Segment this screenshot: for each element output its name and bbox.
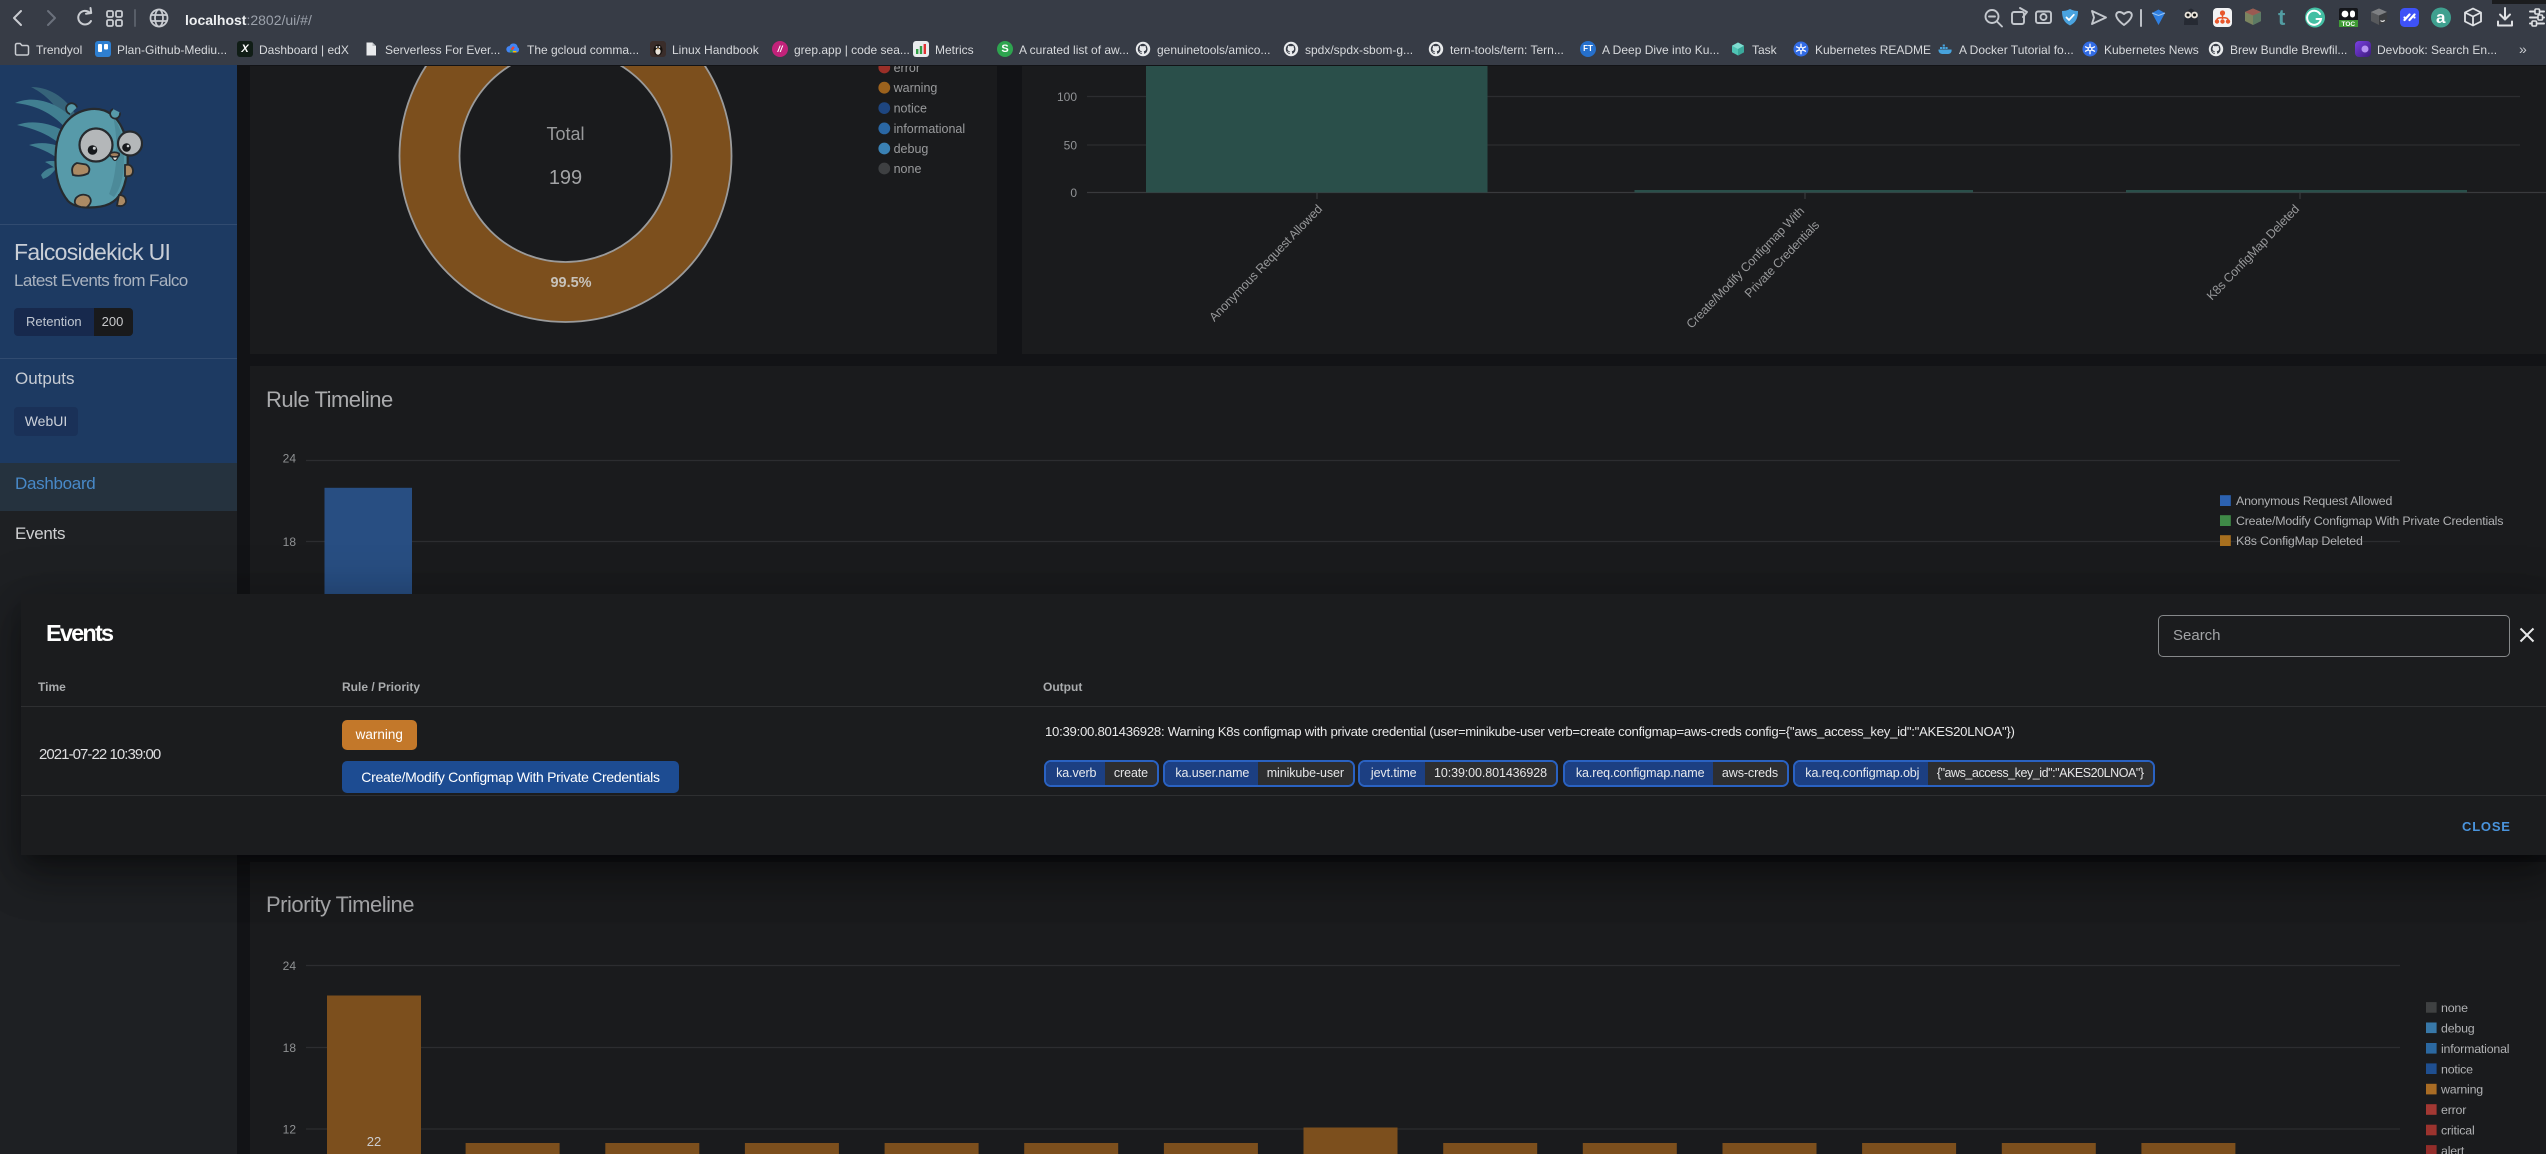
svg-text:informational: informational — [894, 122, 966, 136]
svg-text:12: 12 — [283, 1123, 297, 1137]
svg-text:none: none — [894, 162, 922, 176]
svg-text:100: 100 — [1057, 90, 1077, 104]
svg-text:TOC: TOC — [2342, 21, 2356, 28]
svg-text:Create/Modify Configmap With P: Create/Modify Configmap With Private Cre… — [2236, 514, 2503, 528]
svg-text:debug: debug — [894, 142, 929, 156]
svg-text:24: 24 — [283, 452, 297, 466]
svg-text:debug: debug — [2441, 1021, 2475, 1035]
svg-text:notice: notice — [894, 102, 927, 116]
svg-text:Rule Timeline: Rule Timeline — [266, 387, 393, 412]
svg-text:K8s ConfigMap Deleted: K8s ConfigMap Deleted — [2236, 534, 2363, 548]
svg-text:alert: alert — [2441, 1144, 2465, 1154]
svg-text:warning: warning — [893, 81, 938, 95]
svg-text:Create/Modify Configmap With: Create/Modify Configmap With — [1684, 204, 1808, 331]
svg-text:Anonymous Request Allowed: Anonymous Request Allowed — [2236, 494, 2392, 508]
svg-text:22: 22 — [367, 1134, 381, 1149]
svg-text:99.5%: 99.5% — [550, 275, 591, 291]
svg-text:t: t — [2278, 5, 2286, 30]
svg-text:0: 0 — [1070, 186, 1077, 200]
svg-text:Priority Timeline: Priority Timeline — [266, 892, 414, 917]
svg-text:notice: notice — [2441, 1062, 2473, 1076]
svg-text:error: error — [2441, 1103, 2466, 1117]
svg-text:warning: warning — [2440, 1083, 2483, 1097]
svg-text:a: a — [2436, 8, 2446, 27]
svg-text:199: 199 — [549, 167, 582, 189]
svg-text:Total: Total — [546, 124, 584, 144]
svg-text:18: 18 — [283, 1041, 297, 1055]
svg-text:24: 24 — [283, 959, 297, 973]
svg-text:error: error — [894, 66, 920, 75]
svg-text:Anonymous Request Allowed: Anonymous Request Allowed — [1206, 202, 1325, 324]
svg-text:informational: informational — [2441, 1042, 2509, 1056]
svg-text:18: 18 — [283, 535, 297, 549]
svg-text:K8s ConfigMap Deleted: K8s ConfigMap Deleted — [2204, 202, 2302, 303]
svg-text:50: 50 — [1064, 139, 1078, 153]
svg-text:critical: critical — [2441, 1124, 2475, 1138]
svg-text:none: none — [2441, 1001, 2468, 1015]
